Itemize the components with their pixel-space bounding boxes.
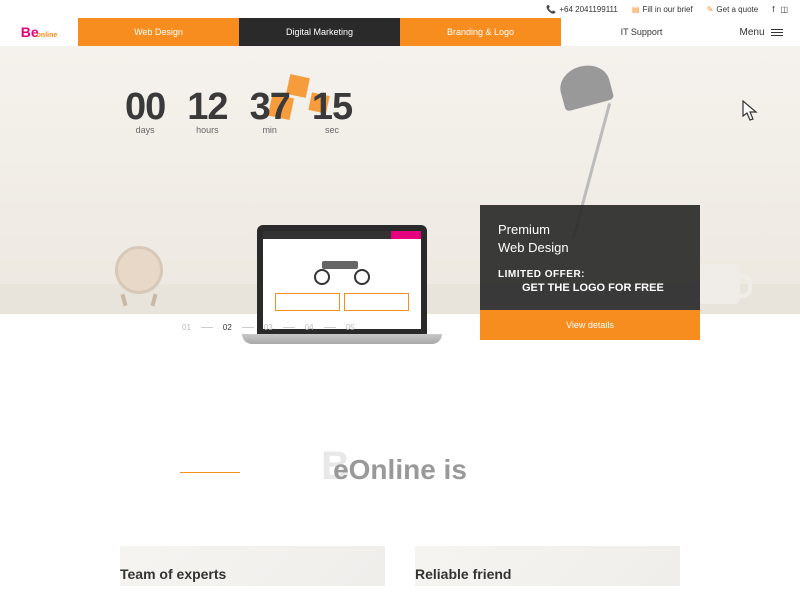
countdown-min: 37min xyxy=(250,86,290,135)
about-section: BeOnline is xyxy=(0,454,800,486)
instagram-icon[interactable]: ◫ xyxy=(780,5,788,14)
section-divider xyxy=(180,472,240,473)
countdown-sec: 15sec xyxy=(312,86,352,135)
document-icon: ▤ xyxy=(632,5,640,14)
mouse-cursor-icon xyxy=(742,100,760,122)
alarm-clock xyxy=(115,246,163,294)
pager-4[interactable]: 04 xyxy=(305,323,314,332)
quote-icon: ✎ xyxy=(707,5,714,14)
slide-pager: 01 02 03 04 05 xyxy=(182,323,355,332)
pager-1[interactable]: 01 xyxy=(182,323,191,332)
hero-section: 00days 12hours 37min 15sec PremiumWeb De… xyxy=(0,46,800,314)
main-nav: Web Design Digital Marketing Branding & … xyxy=(78,18,722,46)
promo-card: PremiumWeb Design LIMITED OFFER: GET THE… xyxy=(480,205,700,340)
card-title: Reliable friend xyxy=(415,566,680,582)
feature-cards: Team of experts Reliable friend xyxy=(0,546,800,582)
card-reliable: Reliable friend xyxy=(415,546,680,582)
promo-offer-text: GET THE LOGO FOR FREE xyxy=(522,282,682,294)
section-title: BeOnline is xyxy=(333,454,467,486)
pager-2[interactable]: 02 xyxy=(223,323,232,332)
promo-title: PremiumWeb Design xyxy=(498,221,682,257)
card-title: Team of experts xyxy=(120,566,385,582)
nav-web-design[interactable]: Web Design xyxy=(78,18,239,46)
pager-5[interactable]: 05 xyxy=(346,323,355,332)
phone-text: +64 2041199111 xyxy=(559,5,618,14)
facebook-icon[interactable]: f xyxy=(772,5,774,14)
nav-branding[interactable]: Branding & Logo xyxy=(400,18,561,46)
hamburger-icon xyxy=(771,29,783,36)
card-experts: Team of experts xyxy=(120,546,385,582)
header: Be online Web Design Digital Marketing B… xyxy=(0,18,800,46)
nav-it-support[interactable]: IT Support xyxy=(561,18,722,46)
coffee-mug xyxy=(698,264,740,304)
phone-icon: 📞 xyxy=(546,5,556,14)
logo[interactable]: Be online xyxy=(0,18,78,46)
desk-lamp xyxy=(560,66,610,106)
logo-online: online xyxy=(37,32,58,39)
menu-label: Menu xyxy=(739,27,764,38)
pager-3[interactable]: 03 xyxy=(264,323,273,332)
social-links: f ◫ xyxy=(772,5,788,14)
phone-link[interactable]: 📞+64 2041199111 xyxy=(546,5,617,14)
promo-offer-label: LIMITED OFFER: xyxy=(498,269,682,280)
countdown-hours: 12hours xyxy=(187,86,227,135)
brief-text: Fill in our brief xyxy=(642,5,692,14)
nav-digital-marketing[interactable]: Digital Marketing xyxy=(239,18,400,46)
brief-link[interactable]: ▤Fill in our brief xyxy=(632,5,693,14)
top-bar: 📞+64 2041199111 ▤Fill in our brief ✎Get … xyxy=(0,0,800,18)
quote-text: Get a quote xyxy=(716,5,758,14)
quote-link[interactable]: ✎Get a quote xyxy=(707,5,759,14)
countdown-timer: 00days 12hours 37min 15sec xyxy=(125,86,352,135)
menu-button[interactable]: Menu xyxy=(722,18,800,46)
countdown-days: 00days xyxy=(125,86,165,135)
view-details-button[interactable]: View details xyxy=(480,310,700,340)
